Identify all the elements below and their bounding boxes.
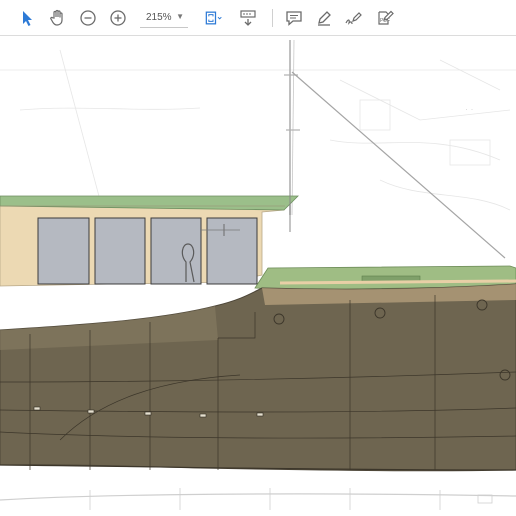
toolbar-separator [272, 9, 273, 27]
select-tool-button[interactable] [15, 6, 39, 30]
zoom-out-button[interactable] [76, 6, 100, 30]
comment-icon [286, 11, 302, 26]
sketch-annotation: · · [465, 104, 474, 114]
edit-pdf-icon: PDF [378, 10, 394, 25]
zoom-level-value: 215% [146, 12, 172, 23]
sign-button[interactable] [342, 6, 366, 30]
hand-tool-button[interactable] [45, 6, 69, 30]
svg-text:PDF: PDF [380, 18, 390, 24]
signature-icon [345, 12, 362, 25]
fit-page-icon [205, 11, 222, 25]
hull [0, 283, 516, 472]
scroll-mode-icon [240, 10, 256, 26]
edit-pdf-button[interactable]: PDF [373, 6, 397, 30]
comment-button[interactable] [282, 6, 306, 30]
boat-drawing: · · [0, 39, 516, 510]
pen-icon [318, 11, 331, 26]
zoom-in-button[interactable] [106, 6, 130, 30]
plan-view-outline [0, 493, 516, 501]
plus-circle-icon [110, 10, 126, 26]
highlight-button[interactable] [312, 6, 336, 30]
pdf-toolbar: 215% ▼ PDF [0, 0, 516, 36]
chevron-down-icon: ▼ [176, 12, 184, 21]
hand-icon [50, 9, 63, 26]
arrow-cursor-icon [23, 11, 32, 26]
window [94, 217, 146, 285]
fit-page-button[interactable] [198, 6, 228, 30]
window [206, 217, 258, 285]
minus-circle-icon [80, 10, 96, 26]
zoom-level-dropdown[interactable]: 215% ▼ [140, 8, 188, 28]
document-canvas[interactable]: · · [0, 36, 516, 516]
window [37, 217, 90, 285]
scroll-mode-button[interactable] [236, 6, 260, 30]
